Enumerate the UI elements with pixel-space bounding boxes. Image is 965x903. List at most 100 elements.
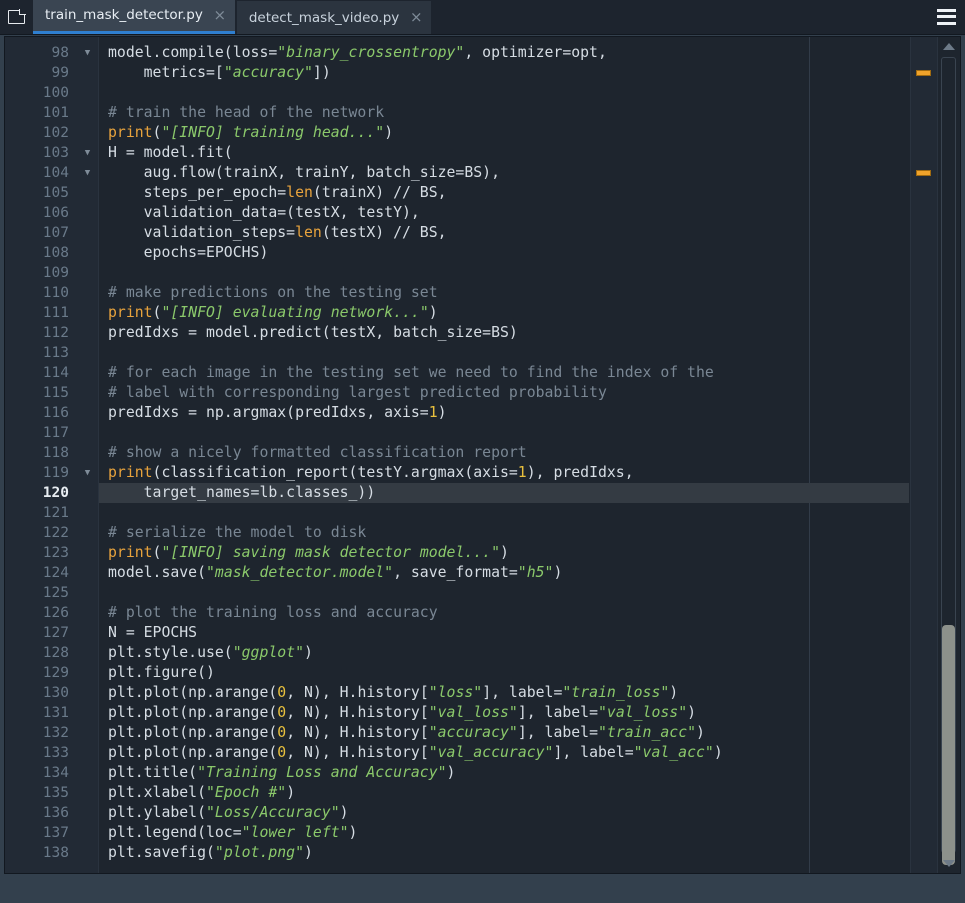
fold-cell-empty: [77, 283, 98, 303]
fold-cell-empty: [77, 103, 98, 123]
code-line[interactable]: steps_per_epoch=len(trainX) // BS,: [99, 183, 910, 203]
token-str: "accuracy": [428, 724, 518, 741]
code-line[interactable]: model.compile(loss="binary_crossentropy"…: [99, 43, 910, 63]
code-line[interactable]: # show a nicely formatted classification…: [99, 443, 910, 463]
warning-marker-strip[interactable]: [910, 37, 937, 873]
fold-cell-empty: [77, 223, 98, 243]
hamburger-line-1: [936, 8, 956, 12]
code-line[interactable]: print(classification_report(testY.argmax…: [99, 463, 910, 483]
code-line[interactable]: print("[INFO] saving mask detector model…: [99, 543, 910, 563]
warning-marker[interactable]: [916, 70, 931, 76]
code-line[interactable]: plt.savefig("plot.png"): [99, 843, 910, 863]
token-def: ): [339, 804, 349, 821]
token-def: plt.style.use(: [108, 644, 233, 661]
fold-cell-empty: [77, 263, 98, 283]
code-line[interactable]: metrics=["accuracy"]): [99, 63, 910, 83]
tab-detect-mask-video-py[interactable]: detect_mask_video.py ×: [236, 1, 432, 34]
fold-triangle-icon[interactable]: ▼: [77, 43, 98, 63]
token-def: (testX) // BS,: [321, 224, 447, 241]
code-line[interactable]: N = EPOCHS: [99, 623, 910, 643]
tab-label: train_mask_detector.py: [45, 7, 203, 23]
code-line[interactable]: # label with corresponding largest predi…: [99, 383, 910, 403]
code-line[interactable]: validation_steps=len(testX) // BS,: [99, 223, 910, 243]
token-def: validation_steps=: [108, 224, 296, 241]
fold-cell-empty: [77, 683, 98, 703]
code-line[interactable]: [99, 503, 910, 523]
code-line[interactable]: [99, 263, 910, 283]
code-line[interactable]: plt.plot(np.arange(0, N), H.history["acc…: [99, 723, 910, 743]
code-line[interactable]: target_names=lb.classes_)): [99, 483, 909, 503]
code-line[interactable]: [99, 423, 910, 443]
token-def: validation_data=(testX, testY),: [108, 204, 420, 221]
token-def: , N), H.history[: [286, 704, 429, 721]
code-line[interactable]: plt.figure(): [99, 663, 910, 683]
code-fold-column[interactable]: ▼ ▼ ▼ ▼: [77, 37, 99, 873]
token-def: ): [286, 784, 296, 801]
token-def: ): [384, 124, 394, 141]
tabs-container: train_mask_detector.py × detect_mask_video…: [33, 0, 433, 34]
code-line[interactable]: aug.flow(trainX, trainY, batch_size=BS),: [99, 163, 910, 183]
window-folder-icon-box[interactable]: [0, 0, 33, 34]
token-cmt: # plot the training loss and accuracy: [108, 604, 438, 621]
code-line[interactable]: validation_data=(testX, testY),: [99, 203, 910, 223]
code-line[interactable]: predIdxs = model.predict(testX, batch_si…: [99, 323, 910, 343]
code-line[interactable]: plt.xlabel("Epoch #"): [99, 783, 910, 803]
fold-cell-empty: [77, 183, 98, 203]
line-number: 110: [42, 285, 69, 301]
code-line[interactable]: plt.title("Training Loss and Accuracy"): [99, 763, 910, 783]
code-line[interactable]: plt.style.use("ggplot"): [99, 643, 910, 663]
code-line[interactable]: plt.legend(loc="lower left"): [99, 823, 910, 843]
vertical-scrollbar[interactable]: [937, 37, 960, 873]
fold-triangle-icon[interactable]: ▼: [77, 463, 98, 483]
line-number: 131: [42, 705, 69, 721]
fold-cell-empty: [77, 663, 98, 683]
code-line[interactable]: # make predictions on the testing set: [99, 283, 910, 303]
token-fn: len: [295, 224, 322, 241]
fold-triangle-icon[interactable]: ▼: [77, 143, 98, 163]
code-line[interactable]: predIdxs = np.argmax(predIdxs, axis=1): [99, 403, 910, 423]
code-line[interactable]: print("[INFO] training head..."): [99, 123, 910, 143]
code-text-area[interactable]: model.compile(loss="binary_crossentropy"…: [99, 37, 910, 873]
token-cmt: # train the head of the network: [108, 104, 385, 121]
token-def: H = model.fit(: [108, 144, 233, 161]
code-line[interactable]: [99, 83, 910, 103]
token-def: ): [713, 744, 723, 761]
code-line[interactable]: # for each image in the testing set we n…: [99, 363, 910, 383]
fold-cell-empty: [77, 343, 98, 363]
code-line[interactable]: plt.plot(np.arange(0, N), H.history["val…: [99, 703, 910, 723]
token-def: model.save(: [108, 564, 206, 581]
tab-close-icon[interactable]: ×: [409, 10, 423, 25]
code-line[interactable]: # train the head of the network: [99, 103, 910, 123]
hamburger-menu-icon[interactable]: [927, 0, 965, 34]
token-def: plt.legend(loc=: [108, 824, 242, 841]
token-str: "train_loss": [562, 684, 670, 701]
scrollbar-thumb[interactable]: [942, 625, 955, 865]
code-line[interactable]: model.save("mask_detector.model", save_f…: [99, 563, 910, 583]
hamburger-line-3: [936, 21, 956, 25]
fold-triangle-icon[interactable]: ▼: [77, 163, 98, 183]
tab-close-icon[interactable]: ×: [213, 7, 227, 23]
code-line[interactable]: H = model.fit(: [99, 143, 910, 163]
code-line[interactable]: plt.ylabel("Loss/Accuracy"): [99, 803, 910, 823]
code-line[interactable]: [99, 583, 910, 603]
code-line[interactable]: # serialize the model to disk: [99, 523, 910, 543]
code-line[interactable]: plt.plot(np.arange(0, N), H.history["val…: [99, 743, 910, 763]
token-fn: print: [108, 124, 153, 141]
code-line[interactable]: plt.plot(np.arange(0, N), H.history["los…: [99, 683, 910, 703]
line-number: 125: [42, 585, 69, 601]
scroll-up-arrow-icon[interactable]: [943, 43, 955, 50]
line-number: 121: [42, 505, 69, 521]
line-number: 101: [42, 105, 69, 121]
token-def: ], label=: [482, 684, 563, 701]
code-line[interactable]: # plot the training loss and accuracy: [99, 603, 910, 623]
code-line[interactable]: [99, 343, 910, 363]
token-def: ): [500, 544, 509, 561]
code-line[interactable]: print("[INFO] evaluating network..."): [99, 303, 910, 323]
token-def: ): [446, 764, 456, 781]
code-line[interactable]: epochs=EPOCHS): [99, 243, 910, 263]
line-number: 99: [51, 65, 69, 81]
warning-marker[interactable]: [916, 170, 931, 176]
scroll-down-arrow-icon[interactable]: [943, 860, 955, 867]
token-def: model.compile(loss=: [108, 44, 278, 61]
tab-train-mask-detector-py[interactable]: train_mask_detector.py ×: [33, 0, 235, 34]
